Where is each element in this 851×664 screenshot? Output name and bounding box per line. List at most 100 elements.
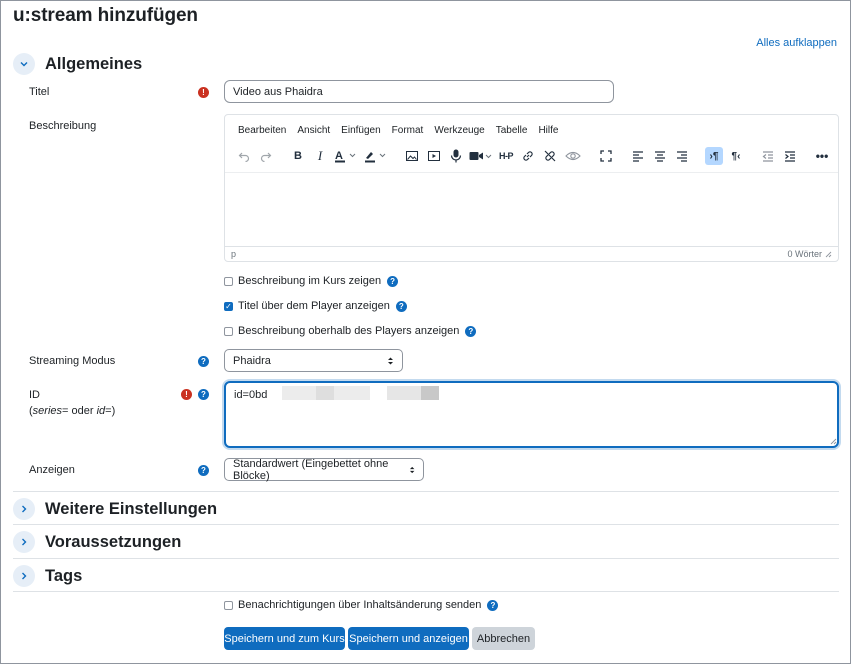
display-label: Anzeigen — [29, 464, 75, 476]
svg-text:A: A — [335, 150, 343, 162]
undo-icon[interactable] — [235, 147, 253, 165]
menu-view[interactable]: Ansicht — [297, 125, 330, 136]
display-value: Standardwert (Eingebettet ohne Blöcke) — [233, 457, 389, 482]
id-value: id=0bd — [234, 389, 268, 401]
resize-handle-icon[interactable] — [830, 438, 837, 445]
section-general-title: Allgemeines — [45, 54, 143, 73]
resize-handle-icon[interactable] — [825, 251, 832, 258]
menu-edit[interactable]: Bearbeiten — [238, 125, 286, 136]
preview-eye-icon[interactable] — [563, 147, 583, 165]
redacted-block — [334, 386, 370, 400]
divider — [13, 491, 839, 492]
title-above-player-checkbox[interactable]: ✓ — [224, 301, 233, 311]
expand-all-link[interactable]: Alles aufklappen — [756, 37, 837, 49]
image-icon[interactable] — [403, 147, 421, 165]
help-icon[interactable]: ? — [198, 389, 209, 400]
outdent-icon[interactable] — [759, 147, 777, 165]
title-above-player-label: Titel über dem Player anzeigen — [238, 300, 390, 312]
text-color-icon[interactable]: A — [333, 147, 359, 165]
ltr-icon[interactable]: ›¶ — [705, 147, 723, 165]
menu-format[interactable]: Format — [392, 125, 424, 136]
show-description-checkbox-row[interactable]: Beschreibung im Kurs zeigen ? — [224, 275, 399, 287]
streaming-mode-select[interactable]: Phaidra — [224, 349, 403, 372]
redacted-block — [316, 386, 334, 400]
divider — [13, 591, 839, 592]
fullscreen-icon[interactable] — [597, 147, 615, 165]
streaming-mode-label: Streaming Modus — [29, 355, 116, 367]
redacted-block — [282, 386, 316, 400]
streaming-mode-value: Phaidra — [233, 354, 271, 367]
notify-changes-checkbox[interactable] — [224, 600, 233, 610]
chevron-right-icon[interactable] — [13, 565, 35, 587]
menu-help[interactable]: Hilfe — [538, 125, 558, 136]
unlink-icon[interactable] — [541, 147, 559, 165]
help-icon[interactable]: ? — [487, 599, 499, 611]
editor-toolbar: B I A H-P ›¶ ¶‹ ••• — [235, 146, 835, 166]
section-general-header[interactable]: Allgemeines — [13, 52, 142, 76]
menu-table[interactable]: Tabelle — [496, 125, 528, 136]
rtl-icon[interactable]: ¶‹ — [727, 147, 745, 165]
help-icon[interactable]: ? — [198, 356, 209, 367]
help-icon[interactable]: ? — [395, 300, 407, 312]
menu-insert[interactable]: Einfügen — [341, 125, 380, 136]
italic-icon[interactable]: I — [311, 147, 329, 165]
title-above-player-checkbox-row[interactable]: ✓ Titel über dem Player anzeigen ? — [224, 300, 407, 312]
microphone-icon[interactable] — [447, 147, 465, 165]
more-icon[interactable]: ••• — [813, 147, 831, 165]
notify-changes-checkbox-row[interactable]: Benachrichtigungen über Inhaltsänderung … — [224, 599, 499, 611]
description-above-player-label: Beschreibung oberhalb des Players anzeig… — [238, 325, 460, 337]
description-above-player-checkbox-row[interactable]: Beschreibung oberhalb des Players anzeig… — [224, 325, 477, 337]
word-count: 0 Wörter — [787, 249, 822, 259]
title-input[interactable]: Video aus Phaidra — [224, 80, 614, 103]
chevron-down-icon[interactable] — [13, 53, 35, 75]
help-icon[interactable]: ? — [465, 325, 477, 337]
editor-element-path[interactable]: p — [231, 249, 236, 259]
section-tags-header[interactable]: Tags — [13, 564, 82, 588]
h5p-icon[interactable]: H-P — [497, 147, 515, 165]
section-prerequisites-header[interactable]: Voraussetzungen — [13, 530, 181, 554]
indent-icon[interactable] — [781, 147, 799, 165]
divider — [13, 558, 839, 559]
chevron-right-icon[interactable] — [13, 498, 35, 520]
editor-content-area[interactable] — [225, 172, 838, 247]
redacted-block — [421, 386, 439, 400]
help-icon[interactable]: ? — [387, 275, 399, 287]
redo-icon[interactable] — [257, 147, 275, 165]
menu-tools[interactable]: Werkzeuge — [434, 125, 484, 136]
align-center-icon[interactable] — [651, 147, 669, 165]
editor-statusbar: p 0 Wörter — [225, 246, 838, 261]
notify-changes-label: Benachrichtigungen über Inhaltsänderung … — [238, 599, 482, 611]
section-more-settings-title: Weitere Einstellungen — [45, 499, 218, 518]
title-label: Titel — [29, 86, 50, 98]
link-icon[interactable] — [519, 147, 537, 165]
align-left-icon[interactable] — [629, 147, 647, 165]
cancel-button[interactable]: Abbrechen — [472, 627, 535, 650]
display-select[interactable]: Standardwert (Eingebettet ohne Blöcke) — [224, 457, 424, 482]
media-icon[interactable] — [425, 147, 443, 165]
highlight-color-icon[interactable] — [363, 147, 389, 165]
show-description-checkbox[interactable] — [224, 276, 233, 286]
redacted-block — [387, 386, 421, 400]
description-editor: Bearbeiten Ansicht Einfügen Format Werkz… — [224, 114, 839, 262]
section-prerequisites-title: Voraussetzungen — [45, 532, 182, 551]
description-above-player-checkbox[interactable] — [224, 326, 233, 336]
description-label: Beschreibung — [29, 120, 97, 132]
section-more-settings-header[interactable]: Weitere Einstellungen — [13, 497, 217, 521]
align-right-icon[interactable] — [673, 147, 691, 165]
page-title: u:stream hinzufügen — [13, 5, 198, 26]
show-description-label: Beschreibung im Kurs zeigen — [238, 275, 382, 287]
required-icon: ! — [198, 87, 209, 98]
help-icon[interactable]: ? — [198, 465, 209, 476]
chevron-right-icon[interactable] — [13, 531, 35, 553]
select-arrows-icon — [409, 466, 415, 473]
editor-menubar: Bearbeiten Ansicht Einfügen Format Werkz… — [238, 125, 558, 136]
bold-icon[interactable]: B — [289, 147, 307, 165]
save-and-display-button[interactable]: Speichern und anzeigen — [348, 627, 469, 650]
id-label: ID (series= oder id=) — [29, 389, 115, 418]
divider — [13, 524, 839, 525]
save-and-return-button[interactable]: Speichern und zum Kurs — [224, 627, 345, 650]
required-icon: ! — [181, 389, 192, 400]
section-tags-title: Tags — [45, 566, 83, 585]
id-label-text: ID — [29, 389, 40, 401]
video-camera-icon[interactable] — [469, 147, 493, 165]
